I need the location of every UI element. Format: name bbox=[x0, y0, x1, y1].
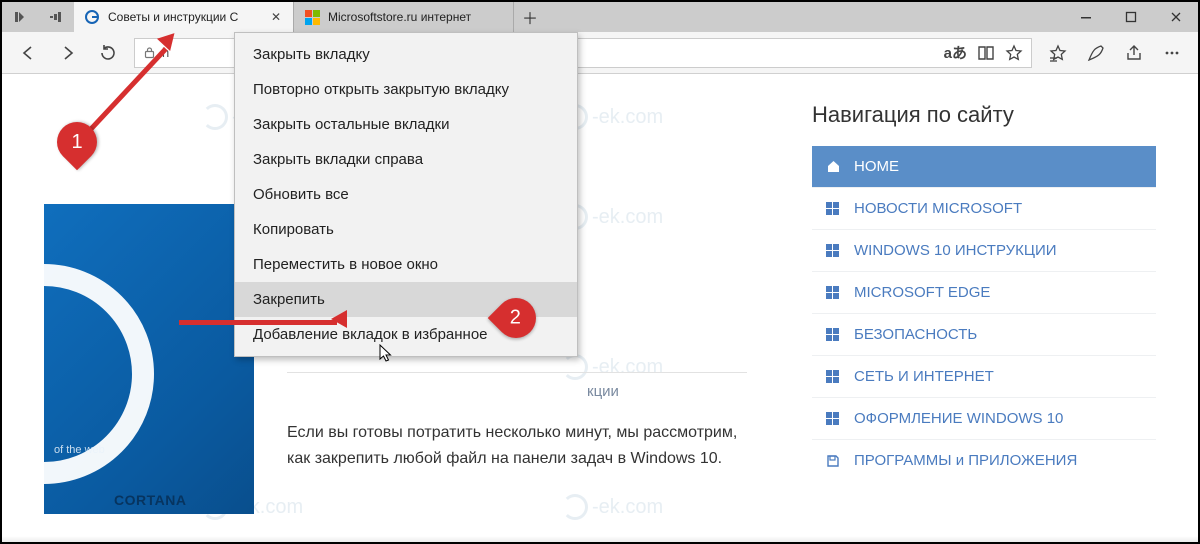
context-item-copy[interactable]: Копировать bbox=[235, 212, 577, 247]
article-thumbnail: of the web CORTANA bbox=[44, 204, 254, 514]
sidebar-item-theme[interactable]: ОФОРМЛЕНИЕ WINDOWS 10 bbox=[812, 398, 1156, 440]
sidebar-item-label: ПРОГРАММЫ и ПРИЛОЖЕНИЯ bbox=[854, 452, 1077, 469]
context-item-move-new-window[interactable]: Переместить в новое окно bbox=[235, 247, 577, 282]
home-icon bbox=[826, 159, 842, 174]
sidebar-item-label: СЕТЬ И ИНТЕРНЕТ bbox=[854, 368, 994, 385]
back-button[interactable] bbox=[10, 35, 46, 71]
grid-icon bbox=[826, 286, 842, 299]
share-button[interactable] bbox=[1116, 35, 1152, 71]
page-cutoff bbox=[2, 536, 1198, 542]
grid-icon bbox=[826, 244, 842, 257]
favicon-microsoft bbox=[304, 9, 320, 25]
thumbnail-text-small: of the web bbox=[54, 444, 105, 456]
reading-view-icon[interactable] bbox=[977, 45, 995, 61]
translate-icon[interactable]: aあ bbox=[944, 42, 967, 63]
article-paragraph: Если вы готовы потратить несколько минут… bbox=[287, 420, 757, 471]
tab-second[interactable]: Microsoftstore.ru интернет bbox=[294, 2, 514, 32]
address-bar-actions: aあ bbox=[944, 42, 1023, 63]
breadcrumb: кции bbox=[287, 372, 747, 400]
save-icon bbox=[826, 454, 842, 468]
grid-icon bbox=[826, 202, 842, 215]
thumbnail-brand: CORTANA bbox=[114, 492, 186, 508]
favicon-g-ek bbox=[84, 9, 100, 25]
grid-icon bbox=[826, 412, 842, 425]
context-item-close-others[interactable]: Закрыть остальные вкладки bbox=[235, 107, 577, 142]
more-button[interactable] bbox=[1154, 35, 1190, 71]
page-content: -ek.com -ek.com -ek.com -ek.com -ek.com … bbox=[2, 74, 1198, 542]
sidebar-item-label: MICROSOFT EDGE bbox=[854, 284, 990, 301]
site-nav-sidebar: Навигация по сайту HOME НОВОСТИ MICROSOF… bbox=[812, 102, 1156, 481]
context-item-close-right[interactable]: Закрыть вкладки справа bbox=[235, 142, 577, 177]
grid-icon bbox=[826, 370, 842, 383]
sidebar-item-security[interactable]: БЕЗОПАСНОСТЬ bbox=[812, 314, 1156, 356]
sidebar-item-home[interactable]: HOME bbox=[812, 146, 1156, 188]
favorite-star-icon[interactable] bbox=[1005, 44, 1023, 62]
grid-icon bbox=[826, 328, 842, 341]
tab-strip: Советы и инструкции С ✕ Microsoftstore.r… bbox=[74, 2, 546, 32]
minimize-button[interactable] bbox=[1063, 2, 1108, 32]
mouse-cursor-icon bbox=[379, 344, 395, 364]
tab-strip-left-actions bbox=[2, 2, 74, 32]
sidebar-item-label: БЕЗОПАСНОСТЬ bbox=[854, 326, 977, 343]
show-set-aside-tabs-button[interactable] bbox=[38, 2, 74, 32]
toolbar: h aあ bbox=[2, 32, 1198, 74]
forward-button[interactable] bbox=[50, 35, 86, 71]
sidebar-item-label: ОФОРМЛЕНИЕ WINDOWS 10 bbox=[854, 410, 1063, 427]
watermark: -ek.com bbox=[562, 494, 663, 520]
annotation-arrowhead-2 bbox=[331, 310, 347, 328]
sidebar-item-label: НОВОСТИ MICROSOFT bbox=[854, 200, 1022, 217]
favorites-hub-button[interactable] bbox=[1040, 35, 1076, 71]
tab-active[interactable]: Советы и инструкции С ✕ bbox=[74, 2, 294, 32]
tab-title: Советы и инструкции С bbox=[108, 10, 261, 24]
sidebar-item-win10[interactable]: WINDOWS 10 ИНСТРУКЦИИ bbox=[812, 230, 1156, 272]
sidebar-item-apps[interactable]: ПРОГРАММЫ и ПРИЛОЖЕНИЯ bbox=[812, 440, 1156, 481]
annotation-arrow-2 bbox=[179, 320, 337, 325]
toolbar-right bbox=[1040, 35, 1190, 71]
annotation-callout-1: 1 bbox=[57, 122, 97, 162]
new-tab-button[interactable]: ＋ bbox=[514, 2, 546, 32]
sidebar-item-news[interactable]: НОВОСТИ MICROSOFT bbox=[812, 188, 1156, 230]
maximize-button[interactable] bbox=[1108, 2, 1153, 32]
sidebar-item-label: WINDOWS 10 ИНСТРУКЦИИ bbox=[854, 242, 1057, 259]
close-window-button[interactable] bbox=[1153, 2, 1198, 32]
sidebar-item-edge[interactable]: MICROSOFT EDGE bbox=[812, 272, 1156, 314]
titlebar: Советы и инструкции С ✕ Microsoftstore.r… bbox=[2, 2, 1198, 32]
tab-close-button[interactable]: ✕ bbox=[269, 10, 283, 24]
set-aside-tabs-button[interactable] bbox=[2, 2, 38, 32]
sidebar-item-label: HOME bbox=[854, 158, 899, 175]
notes-button[interactable] bbox=[1078, 35, 1114, 71]
annotation-callout-2: 2 bbox=[496, 298, 536, 338]
refresh-button[interactable] bbox=[90, 35, 126, 71]
window-controls bbox=[1063, 2, 1198, 32]
context-item-refresh-all[interactable]: Обновить все bbox=[235, 177, 577, 212]
tab-title: Microsoftstore.ru интернет bbox=[328, 10, 503, 24]
sidebar-item-network[interactable]: СЕТЬ И ИНТЕРНЕТ bbox=[812, 356, 1156, 398]
sidebar-title: Навигация по сайту bbox=[812, 102, 1156, 128]
context-item-reopen-closed[interactable]: Повторно открыть закрытую вкладку bbox=[235, 72, 577, 107]
context-item-close-tab[interactable]: Закрыть вкладку bbox=[235, 37, 577, 72]
